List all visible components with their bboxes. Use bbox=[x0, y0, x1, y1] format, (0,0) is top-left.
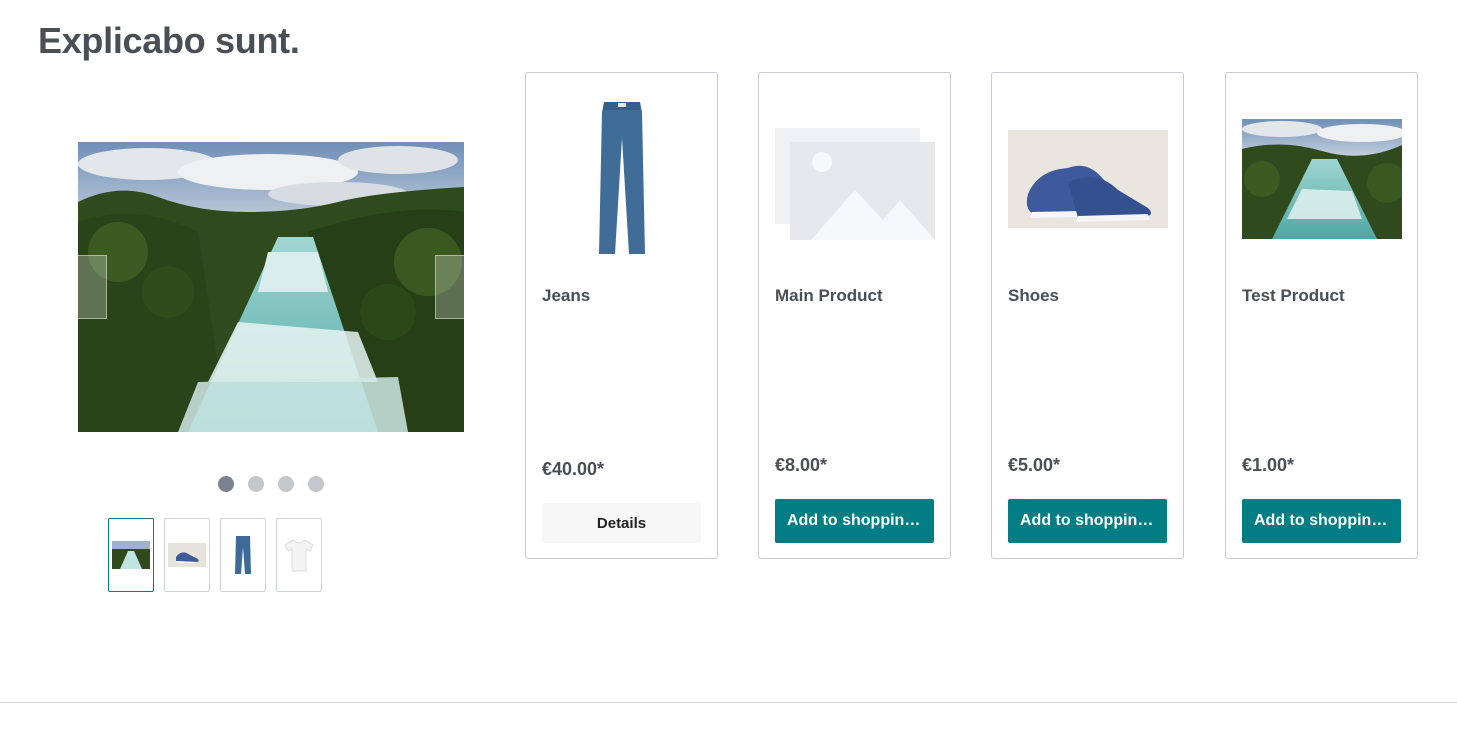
placeholder-image-icon bbox=[775, 128, 935, 240]
details-button[interactable]: Details bbox=[542, 503, 701, 543]
river-image bbox=[1242, 119, 1402, 239]
thumbnail-shoes[interactable] bbox=[164, 518, 210, 592]
carousel-prev-button[interactable] bbox=[78, 255, 107, 319]
thumbnail-jeans[interactable] bbox=[220, 518, 266, 592]
thumbnail-tshirt[interactable] bbox=[276, 518, 322, 592]
carousel-thumbnails bbox=[108, 518, 322, 592]
add-to-cart-button[interactable]: Add to shopping cart bbox=[1008, 499, 1167, 543]
thumbnail-river[interactable] bbox=[108, 518, 154, 592]
jeans-image bbox=[599, 102, 645, 254]
carousel-dot[interactable] bbox=[218, 476, 234, 492]
carousel-next-button[interactable] bbox=[435, 255, 464, 319]
add-to-cart-button[interactable]: Add to shopping cart bbox=[1242, 499, 1401, 543]
add-to-cart-button[interactable]: Add to shopping cart bbox=[775, 499, 934, 543]
shoes-image bbox=[1008, 130, 1168, 228]
shoes-thumbnail-image bbox=[168, 543, 206, 567]
product-card: Test Product €1.00* Add to shopping cart bbox=[1225, 72, 1418, 559]
product-name[interactable]: Main Product bbox=[775, 286, 883, 306]
jeans-thumbnail-image bbox=[235, 536, 251, 574]
product-name[interactable]: Shoes bbox=[1008, 286, 1059, 306]
river-image bbox=[78, 142, 464, 432]
product-price: €1.00* bbox=[1242, 455, 1295, 475]
product-card: Jeans €40.00* Details bbox=[525, 72, 718, 559]
carousel-dot[interactable] bbox=[308, 476, 324, 492]
footer-divider bbox=[0, 702, 1457, 703]
product-price: €8.00* bbox=[775, 455, 828, 475]
product-image-carousel[interactable] bbox=[78, 142, 464, 432]
page-title: Explicabo sunt. bbox=[38, 20, 300, 61]
river-thumbnail-image bbox=[112, 541, 150, 569]
product-price: €40.00* bbox=[542, 459, 605, 479]
carousel-dot[interactable] bbox=[278, 476, 294, 492]
tshirt-thumbnail-image bbox=[284, 539, 314, 572]
product-price: €5.00* bbox=[1008, 455, 1061, 475]
product-name[interactable]: Jeans bbox=[542, 286, 590, 306]
carousel-dot[interactable] bbox=[248, 476, 264, 492]
carousel-dots bbox=[218, 476, 324, 492]
product-card: Main Product €8.00* Add to shopping cart bbox=[758, 72, 951, 559]
product-name[interactable]: Test Product bbox=[1242, 286, 1345, 306]
product-card: Shoes €5.00* Add to shopping cart bbox=[991, 72, 1184, 559]
